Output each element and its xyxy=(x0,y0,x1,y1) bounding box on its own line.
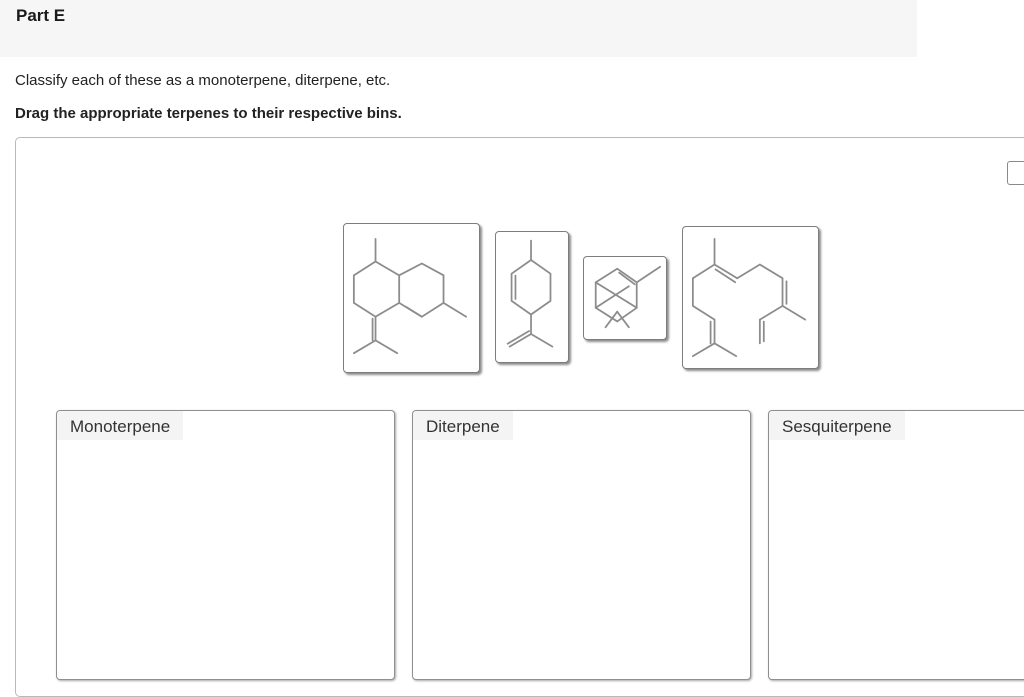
drag-instruction: Drag the appropriate terpenes to their r… xyxy=(15,105,402,122)
bin-label-sesquiterpene: Sesquiterpene xyxy=(769,411,905,440)
part-title: Part E xyxy=(16,6,66,25)
part-header: Part E xyxy=(0,0,917,57)
bicyclic-monoterpene-structure-icon xyxy=(594,265,662,329)
bin-label-monoterpene: Monoterpene xyxy=(57,411,184,440)
terpene-tile-2[interactable] xyxy=(495,231,569,363)
bicyclic-sesquiterpene-structure-icon xyxy=(352,237,468,355)
acyclic-diterpene-structure-icon xyxy=(691,237,807,358)
bin-label-diterpene: Diterpene xyxy=(413,411,513,440)
terpene-tile-1[interactable] xyxy=(343,223,480,373)
terpene-tile-3[interactable] xyxy=(583,256,667,340)
diterpene-bin[interactable]: Diterpene xyxy=(412,410,751,680)
monoterpene-bin[interactable]: Monoterpene xyxy=(56,410,395,680)
sesquiterpene-bin[interactable]: Sesquiterpene xyxy=(768,410,1024,680)
workspace-corner-control[interactable] xyxy=(1007,161,1024,185)
limonene-structure-icon xyxy=(506,239,554,348)
question-instruction: Classify each of these as a monoterpene,… xyxy=(15,72,391,89)
terpene-tile-4[interactable] xyxy=(682,226,819,369)
